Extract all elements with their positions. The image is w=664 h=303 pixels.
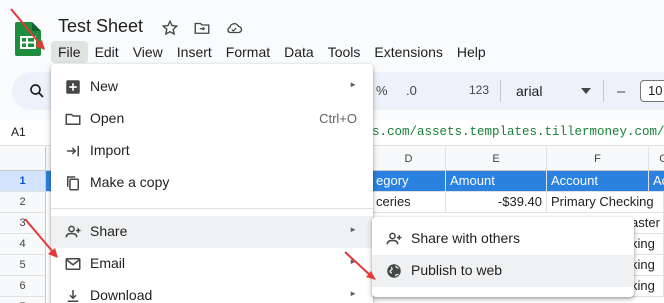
decrease-decimal-button[interactable]: .0 bbox=[406, 83, 417, 98]
folder-icon bbox=[65, 113, 81, 125]
name-box[interactable]: A1 bbox=[11, 125, 26, 139]
globe-icon bbox=[387, 264, 401, 278]
menu-item-import[interactable]: Import bbox=[51, 135, 373, 167]
menu-help[interactable]: Help bbox=[450, 41, 493, 63]
select-all-corner[interactable] bbox=[0, 147, 46, 171]
menu-data[interactable]: Data bbox=[277, 41, 321, 63]
toolbar-divider bbox=[500, 80, 501, 102]
submenu-arrow-icon: ► bbox=[349, 80, 357, 89]
submenu-arrow-icon: ► bbox=[349, 225, 357, 234]
mail-icon bbox=[65, 258, 81, 270]
shortcut-label: Ctrl+O bbox=[319, 111, 357, 126]
chevron-down-icon[interactable] bbox=[581, 87, 591, 95]
search-menus-icon[interactable] bbox=[28, 82, 46, 100]
number-format-button[interactable]: 123 bbox=[469, 83, 489, 97]
menu-item-make-a-copy[interactable]: Make a copy bbox=[51, 167, 373, 199]
formula-input[interactable]: s.com/assets.templates.tillermoney.com/T bbox=[372, 125, 664, 139]
submenu-item-publish-to-web[interactable]: Publish to web bbox=[372, 255, 634, 287]
menu-file[interactable]: File bbox=[51, 41, 88, 63]
document-title[interactable]: Test Sheet bbox=[58, 16, 143, 37]
annotation-arrow-icon bbox=[10, 8, 45, 50]
font-size-input[interactable]: 10 bbox=[640, 80, 664, 102]
file-menu: New ► Open Ctrl+O Import Make a copy Sha… bbox=[51, 64, 373, 303]
menu-view[interactable]: View bbox=[126, 41, 170, 63]
column-header-e[interactable]: E bbox=[446, 147, 547, 171]
download-icon bbox=[67, 290, 79, 302]
menu-format[interactable]: Format bbox=[219, 41, 277, 63]
menu-bar: File Edit View Insert Format Data Tools … bbox=[51, 41, 493, 63]
menu-item-email[interactable]: Email ► bbox=[51, 248, 373, 280]
submenu-arrow-icon: ► bbox=[349, 289, 357, 298]
toolbar-divider bbox=[603, 80, 604, 102]
table-cell[interactable]: ceries bbox=[372, 192, 446, 213]
submenu-item-label: Share with others bbox=[411, 230, 520, 246]
submenu-item-share-with-others[interactable]: Share with others bbox=[372, 223, 634, 255]
column-header-f[interactable]: F bbox=[547, 147, 649, 171]
menu-divider bbox=[51, 208, 373, 209]
person-add-icon bbox=[386, 232, 402, 245]
menu-item-new[interactable]: New ► bbox=[51, 71, 373, 103]
row-header-2[interactable]: 2 bbox=[0, 192, 46, 213]
table-header-cell[interactable]: egory bbox=[372, 171, 446, 192]
row-header-7[interactable]: 7 bbox=[0, 297, 46, 303]
table-header-cell[interactable]: Ac bbox=[649, 171, 664, 192]
table-cell[interactable]: -$39.40 bbox=[446, 192, 547, 213]
menu-item-label: Open bbox=[90, 110, 125, 126]
row-header-1[interactable]: 1 bbox=[0, 171, 46, 192]
table-header-cell[interactable]: Account bbox=[547, 171, 649, 192]
annotation-arrow-icon bbox=[24, 218, 58, 258]
plus-box-icon bbox=[66, 80, 80, 94]
menu-item-download[interactable]: Download ► bbox=[51, 280, 373, 303]
menu-extensions[interactable]: Extensions bbox=[367, 41, 449, 63]
menu-edit[interactable]: Edit bbox=[88, 41, 126, 63]
menu-item-share[interactable]: Share ► bbox=[51, 216, 373, 248]
menu-item-label: Share bbox=[90, 223, 128, 239]
menu-tools[interactable]: Tools bbox=[321, 41, 368, 63]
annotation-arrow-icon bbox=[344, 251, 376, 280]
star-icon[interactable] bbox=[161, 19, 179, 37]
percent-format-button[interactable]: % bbox=[376, 83, 388, 98]
table-header-cell[interactable]: Amount bbox=[446, 171, 547, 192]
menu-item-label: Download bbox=[90, 287, 153, 303]
copy-icon bbox=[67, 176, 79, 191]
person-add-icon bbox=[65, 225, 81, 238]
import-icon bbox=[67, 145, 79, 157]
move-folder-icon[interactable] bbox=[193, 19, 211, 37]
row-header-6[interactable]: 6 bbox=[0, 276, 46, 297]
cloud-status-icon[interactable] bbox=[225, 19, 243, 37]
menu-insert[interactable]: Insert bbox=[170, 41, 219, 63]
submenu-item-label: Publish to web bbox=[411, 262, 503, 278]
font-family-select[interactable]: arial bbox=[516, 83, 542, 99]
menu-item-label: Email bbox=[90, 255, 126, 271]
share-submenu: Share with others Publish to web bbox=[372, 217, 634, 297]
column-header-g[interactable]: G bbox=[649, 147, 664, 171]
menu-item-label: Import bbox=[90, 142, 130, 158]
column-header-d[interactable]: D bbox=[372, 147, 446, 171]
menu-item-open[interactable]: Open Ctrl+O bbox=[51, 103, 373, 135]
menu-item-label: Make a copy bbox=[90, 174, 170, 190]
decrease-font-size-button[interactable]: – bbox=[617, 83, 625, 100]
menu-item-label: New bbox=[90, 78, 119, 94]
table-cell[interactable]: Primary Checking bbox=[547, 192, 664, 213]
